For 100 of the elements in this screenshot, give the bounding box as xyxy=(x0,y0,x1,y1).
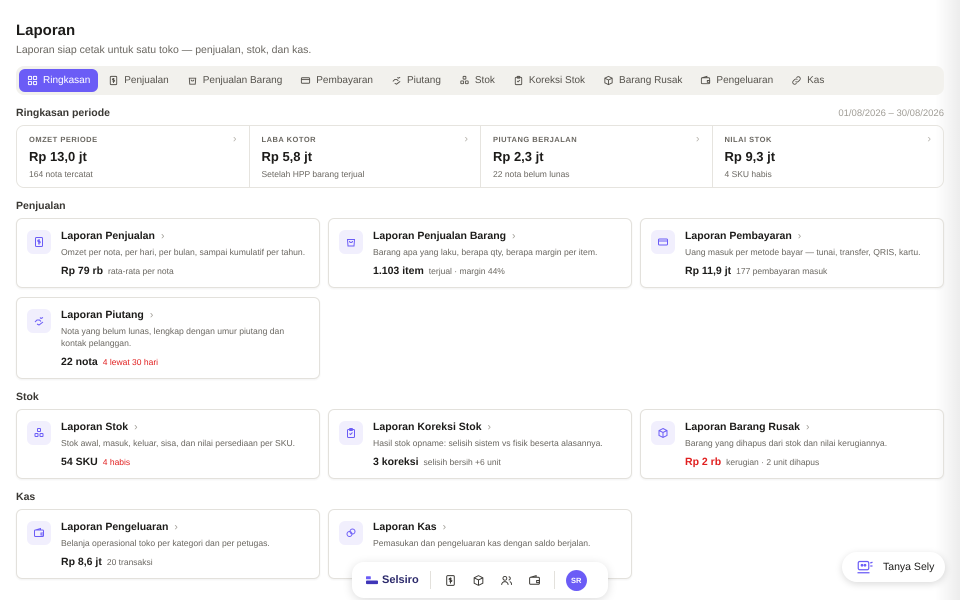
report-note: kerugian · 2 unit dihapus xyxy=(726,457,820,468)
report-card[interactable]: Laporan Pembayaran › Uang masuk per metode bayar — tunai, transfer, QRIS, kartu. Rp 11,9 jt 177 pembayaran masuk xyxy=(640,218,944,288)
metric-note: 164 nota tercatat xyxy=(29,169,94,179)
chevron-icon: › xyxy=(464,135,468,144)
tab[interactable]: Pengeluaran xyxy=(692,69,782,92)
section-title: Kas xyxy=(16,491,36,504)
report-card[interactable]: Laporan Piutang › Nota yang belum lunas, lengkap dengan umur piutang dan kontak pelanggan. 22 nota 4 lewat 30 hari xyxy=(16,297,320,380)
receipt-icon xyxy=(27,230,51,254)
report-description: Pemasukan dan pengeluaran kas dengan saldo berjalan. xyxy=(373,537,592,550)
report-card[interactable]: Laporan Barang Rusak › Barang yang dihapus dari stok dan nilai kerugiannya. Rp 2 rb kerugian · 2 unit dihapus xyxy=(640,409,944,480)
tab[interactable]: Penjualan Barang xyxy=(178,69,290,92)
report-title: Laporan Koreksi Stok xyxy=(373,421,482,434)
report-note: 4 lewat 30 hari xyxy=(102,357,158,368)
metric-note: 22 nota belum lunas xyxy=(493,169,571,179)
report-note: 177 pembayaran masuk xyxy=(736,266,828,276)
package-icon xyxy=(603,75,614,86)
report-title: Laporan Pengeluaran xyxy=(61,521,168,534)
tab[interactable]: Barang Rusak xyxy=(595,69,690,92)
metric-value: Rp 2,3 jt xyxy=(493,149,545,164)
chevron-icon: › xyxy=(806,421,810,434)
users-icon[interactable] xyxy=(500,574,513,586)
report-note: 20 transaksi xyxy=(106,557,153,568)
report-note: 4 habis xyxy=(102,457,130,468)
report-description: Barang apa yang laku, berapa qty, berapa margin per item. xyxy=(373,246,598,258)
report-note: terjual · margin 44% xyxy=(428,266,505,276)
clipboard-icon xyxy=(339,421,363,446)
chevron-icon: › xyxy=(232,135,236,144)
metric-value: Rp 9,3 jt xyxy=(724,149,776,164)
report-value: Rp 8,6 jt xyxy=(61,556,102,568)
report-title: Laporan Penjualan xyxy=(61,230,155,242)
report-card[interactable]: Laporan Koreksi Stok › Hasil stok opname: selisih sistem vs fisik beserta alasannya. 3 koreksi selisih bersih +6 unit xyxy=(328,409,632,480)
wallet-icon[interactable] xyxy=(528,574,541,586)
chevron-icon: › xyxy=(488,421,492,434)
report-value: 54 SKU xyxy=(61,456,98,468)
report-value: Rp 79 rb xyxy=(61,265,104,278)
section-title: Stok xyxy=(16,391,40,404)
chevron-icon: › xyxy=(696,135,700,144)
report-description: Omzet per nota, per hari, per bulan, sampai kumulatif per tahun. xyxy=(61,246,306,258)
boxes-icon xyxy=(27,421,51,446)
chevron-icon: › xyxy=(160,230,164,242)
page-title: Laporan xyxy=(16,22,76,39)
report-description: Barang yang dihapus dari stok dan nilai kerugiannya. xyxy=(685,437,888,450)
metric-note: 4 SKU habis xyxy=(724,169,773,179)
receipt-icon[interactable] xyxy=(444,574,457,586)
chevron-icon: › xyxy=(512,230,516,242)
metric-value: Rp 5,8 jt xyxy=(262,149,314,164)
chevron-icon: › xyxy=(798,230,802,242)
page-subtitle: Laporan siap cetak untuk satu toko — penjualan, stok, dan kas. xyxy=(16,44,312,56)
report-value: Rp 2 rb xyxy=(685,456,722,468)
metric-value: Rp 13,0 jt xyxy=(29,149,88,164)
tab[interactable]: Pembayaran xyxy=(292,69,381,92)
assistant-button[interactable]: Tanya Sely xyxy=(842,552,946,582)
report-description: Uang masuk per metode bayar — tunai, transfer, QRIS, kartu. xyxy=(685,246,922,258)
boxes-icon xyxy=(458,75,470,86)
chevron-icon: › xyxy=(927,135,931,144)
report-note: rata-rata per nota xyxy=(108,266,174,276)
report-value: 1.103 item xyxy=(373,265,424,278)
report-card[interactable]: Laporan Penjualan › Omzet per nota, per hari, per bulan, sampai kumulatif per tahun. Rp 79 rb rata-rata per nota xyxy=(16,218,320,288)
report-value: 3 koreksi xyxy=(373,456,419,468)
card-icon xyxy=(300,75,312,86)
tab[interactable]: Koreksi Stok xyxy=(504,69,594,92)
tab[interactable]: Kas xyxy=(783,69,832,92)
coins-icon xyxy=(339,521,363,546)
grid-icon xyxy=(27,75,38,86)
chevron-icon: › xyxy=(442,521,446,534)
package-icon[interactable] xyxy=(472,574,485,586)
report-title: Laporan Kas xyxy=(373,521,437,534)
report-title: Laporan Pembayaran xyxy=(685,230,792,242)
tab[interactable]: Stok xyxy=(450,69,503,92)
bag-icon xyxy=(186,75,198,86)
chevron-icon: › xyxy=(150,309,154,322)
bag-icon xyxy=(339,230,363,254)
clipboard-icon xyxy=(512,75,524,86)
report-description: Belanja operasional toko per kategori dan per petugas. xyxy=(61,537,271,550)
report-title: Laporan Penjualan Barang xyxy=(373,230,506,242)
tab[interactable]: Ringkasan xyxy=(19,69,98,92)
period-range: 01/08/2026 – 30/08/2026 xyxy=(838,108,944,119)
report-card[interactable]: Laporan Stok › Stok awal, masuk, keluar, sisa, dan nilai persediaan per SKU. 54 SKU 4 habis xyxy=(16,409,320,480)
report-note: selisih bersih +6 unit xyxy=(424,457,501,468)
metric-note: Setelah HPP barang terjual xyxy=(262,169,366,179)
section-title: Ringkasan periode xyxy=(16,107,110,119)
report-description: Hasil stok opname: selisih sistem vs fisik beserta alasannya. xyxy=(373,437,604,450)
report-value: 22 nota xyxy=(61,356,98,368)
wallet-icon xyxy=(27,521,51,546)
link-icon xyxy=(791,75,802,86)
report-description: Stok awal, masuk, keluar, sisa, dan nilai persediaan per SKU. xyxy=(61,437,296,450)
tab[interactable]: Penjualan xyxy=(100,69,177,92)
report-value: Rp 11,9 jt xyxy=(685,265,732,278)
chevron-icon: › xyxy=(174,521,178,534)
robot-icon xyxy=(856,560,874,574)
receipt-icon xyxy=(108,75,120,86)
section-title: Penjualan xyxy=(16,200,67,212)
report-description: Nota yang belum lunas, lengkap dengan umur piutang dan kontak pelanggan. xyxy=(61,325,286,350)
package-icon xyxy=(651,421,675,446)
chevron-icon: › xyxy=(134,421,138,434)
report-card[interactable]: Laporan Penjualan Barang › Barang apa yang laku, berapa qty, berapa margin per item. 1.103 item terjual · margin 44% xyxy=(328,218,632,288)
report-title: Laporan Barang Rusak xyxy=(685,421,800,434)
card-icon xyxy=(651,230,675,254)
tab[interactable]: Piutang xyxy=(382,69,449,92)
report-card[interactable]: Laporan Pengeluaran › Belanja operasional toko per kategori dan per petugas. Rp 8,6 jt 20 transaksi xyxy=(16,509,320,580)
